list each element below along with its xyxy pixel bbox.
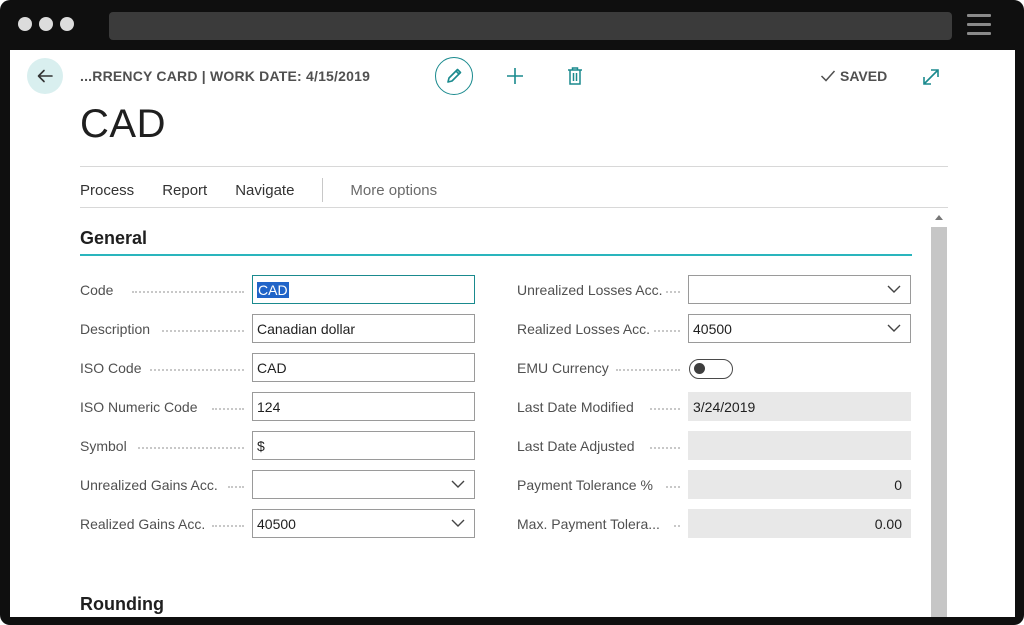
unrealized-gains-acc-select[interactable] [252, 470, 475, 499]
leader-dots [650, 408, 680, 410]
browser-window: ...RRENCY CARD | WORK DATE: 4/15/2019 SA… [0, 0, 1024, 625]
window-minimize-dot[interactable] [39, 17, 53, 31]
field-label-max-payment-tolerance: Max. Payment Tolera... [517, 516, 660, 532]
description-field[interactable]: Canadian dollar [252, 314, 475, 343]
window-maximize-dot[interactable] [60, 17, 74, 31]
last-date-modified-field: 3/24/2019 [688, 392, 911, 421]
delete-button[interactable] [562, 63, 588, 89]
field-label-iso-numeric-code: ISO Numeric Code [80, 399, 198, 415]
window-titlebar [0, 0, 1024, 50]
leader-dots [674, 525, 680, 527]
action-bar: Process Report Navigate More options [80, 178, 465, 202]
realized-gains-acc-value: 40500 [257, 516, 296, 532]
action-process[interactable]: Process [80, 182, 134, 199]
address-bar[interactable] [109, 12, 952, 40]
last-date-adjusted-field [688, 431, 911, 460]
leader-dots [666, 291, 680, 293]
action-report[interactable]: Report [162, 182, 207, 199]
leader-dots [212, 408, 244, 410]
code-field[interactable]: CAD [252, 275, 475, 304]
back-button[interactable] [27, 58, 63, 94]
field-label-realized-losses-acc: Realized Losses Acc. [517, 321, 651, 337]
expand-button[interactable] [920, 66, 942, 88]
chevron-down-icon [451, 519, 465, 527]
page-title: CAD [80, 102, 166, 146]
section-underline [80, 254, 912, 256]
section-title-rounding[interactable]: Rounding [80, 594, 164, 615]
code-field-value: CAD [257, 282, 289, 298]
field-label-unrealized-losses-acc: Unrealized Losses Acc. [517, 282, 663, 298]
chevron-down-icon [451, 480, 465, 488]
pencil-icon [447, 68, 462, 83]
divider [80, 166, 948, 167]
field-label-symbol: Symbol [80, 438, 127, 454]
action-separator [322, 178, 324, 202]
leader-dots [138, 447, 244, 449]
realized-losses-acc-select[interactable]: 40500 [688, 314, 911, 343]
section-title-general[interactable]: General [80, 228, 147, 249]
checkmark-icon [820, 70, 836, 82]
field-label-realized-gains-acc: Realized Gains Acc. [80, 516, 206, 532]
iso-numeric-code-field[interactable]: 124 [252, 392, 475, 421]
leader-dots [654, 330, 680, 332]
realized-gains-acc-select[interactable]: 40500 [252, 509, 475, 538]
chevron-down-icon [887, 285, 901, 293]
field-label-emu-currency: EMU Currency [517, 360, 609, 376]
emu-currency-toggle[interactable] [689, 359, 733, 379]
action-more-options[interactable]: More options [350, 182, 437, 199]
chevron-down-icon [887, 324, 901, 332]
leader-dots [162, 330, 244, 332]
leader-dots [228, 486, 244, 488]
field-label-unrealized-gains-acc: Unrealized Gains Acc. [80, 477, 218, 493]
caret-up-icon [935, 215, 943, 220]
field-label-last-date-modified: Last Date Modified [517, 399, 634, 415]
unrealized-losses-acc-select[interactable] [688, 275, 911, 304]
toggle-knob [694, 363, 705, 374]
page-content: ...RRENCY CARD | WORK DATE: 4/15/2019 SA… [10, 50, 1015, 617]
leader-dots [616, 369, 680, 371]
action-navigate[interactable]: Navigate [235, 182, 294, 199]
leader-dots [150, 369, 244, 371]
field-label-last-date-adjusted: Last Date Adjusted [517, 438, 635, 454]
leader-dots [212, 525, 244, 527]
realized-losses-acc-value: 40500 [693, 321, 732, 337]
trash-icon [568, 67, 582, 85]
edit-button[interactable] [435, 57, 473, 95]
scrollbar-thumb[interactable] [931, 227, 947, 617]
saved-status-label: SAVED [840, 68, 888, 84]
arrow-left-icon [37, 69, 53, 83]
leader-dots [650, 447, 680, 449]
field-label-code: Code [80, 282, 114, 298]
expand-icon [923, 69, 939, 85]
max-payment-tolerance-field: 0.00 [688, 509, 911, 538]
field-label-description: Description [80, 321, 151, 337]
scroll-up-button[interactable] [930, 210, 948, 224]
field-label-iso-code: ISO Code [80, 360, 142, 376]
new-button[interactable] [502, 63, 528, 89]
payment-tolerance-pct-field: 0 [688, 470, 911, 499]
iso-code-field[interactable]: CAD [252, 353, 475, 382]
window-close-dot[interactable] [18, 17, 32, 31]
leader-dots [132, 291, 244, 293]
symbol-field[interactable]: $ [252, 431, 475, 460]
field-label-payment-tolerance-pct: Payment Tolerance % [517, 477, 653, 493]
divider [80, 207, 948, 208]
plus-icon [507, 68, 523, 84]
leader-dots [666, 486, 680, 488]
hamburger-menu-icon[interactable] [967, 14, 991, 36]
saved-status: SAVED [820, 68, 887, 84]
breadcrumb: ...RRENCY CARD | WORK DATE: 4/15/2019 [80, 68, 371, 84]
